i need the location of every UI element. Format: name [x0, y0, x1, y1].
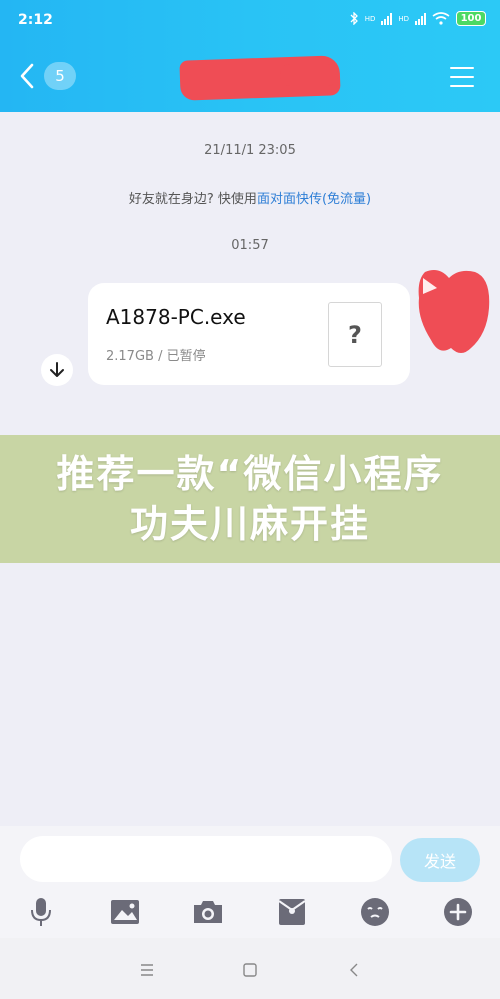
overlay-banner: 推荐一款“微信小程序功夫川麻开挂	[0, 435, 500, 563]
nav-back-icon	[350, 963, 358, 977]
nav-menu-button[interactable]	[137, 960, 157, 980]
more-button[interactable]	[441, 896, 475, 928]
wifi-icon	[432, 12, 450, 25]
network-label-2: HD	[398, 14, 409, 23]
nav-home-icon	[243, 963, 257, 977]
plus-icon	[444, 898, 472, 926]
face-to-face-transfer-link[interactable]: 面对面快传	[257, 192, 322, 207]
banner-text: 推荐一款“微信小程序功夫川麻开挂	[56, 452, 444, 546]
input-bar: 发送	[0, 826, 500, 938]
signal-icon-1	[381, 12, 393, 25]
chat-title[interactable]	[170, 55, 341, 102]
signal-icon-2	[415, 12, 426, 25]
battery-icon: 100	[456, 11, 486, 26]
voice-button[interactable]	[24, 896, 58, 928]
camera-button[interactable]	[191, 896, 225, 928]
nav-back-button[interactable]	[344, 960, 364, 980]
back-chevron-icon	[20, 63, 34, 89]
file-message-card[interactable]: A1878-PC.exe 2.17GB / 已暂停 ?	[88, 283, 410, 385]
data-free-label[interactable]: (免流量)	[322, 192, 371, 207]
message-timestamp: 01:57	[231, 238, 269, 253]
system-nav-bar	[0, 938, 500, 999]
message-input[interactable]	[20, 836, 392, 882]
unread-count-badge: 5	[44, 62, 76, 90]
send-button[interactable]: 发送	[400, 838, 480, 882]
download-button[interactable]	[41, 354, 73, 386]
file-status: 2.17GB / 已暂停	[106, 349, 206, 364]
nav-menu-icon	[141, 964, 153, 976]
microphone-icon	[31, 898, 51, 926]
user-avatar[interactable]	[415, 268, 493, 356]
chat-header: 2:12 HD HD 100 5	[0, 0, 500, 112]
download-icon	[50, 362, 64, 377]
status-time: 2:12	[18, 12, 53, 28]
emoji-icon	[361, 898, 389, 926]
red-packet-button[interactable]	[275, 896, 309, 928]
back-button[interactable]: 5	[18, 62, 76, 90]
nav-home-button[interactable]	[240, 960, 260, 980]
image-button[interactable]	[108, 896, 142, 928]
network-label-1: HD	[364, 14, 376, 23]
file-name: A1878-PC.exe	[106, 305, 246, 329]
notice-text: 好友就在身边? 快使用	[128, 192, 257, 207]
menu-icon	[450, 67, 474, 69]
camera-icon	[194, 901, 222, 923]
status-icons: HD HD 100	[350, 11, 486, 26]
menu-button[interactable]	[450, 67, 474, 87]
title-redaction-tail	[280, 64, 338, 86]
image-icon	[111, 900, 139, 924]
nearby-transfer-notice: 好友就在身边? 快使用面对面快传(免流量)	[0, 188, 500, 207]
bluetooth-icon	[350, 12, 358, 25]
emoji-button[interactable]	[358, 896, 392, 928]
message-timestamp: 21/11/1 23:05	[204, 143, 296, 158]
file-unknown-icon: ?	[328, 302, 382, 367]
red-packet-icon	[278, 899, 306, 925]
